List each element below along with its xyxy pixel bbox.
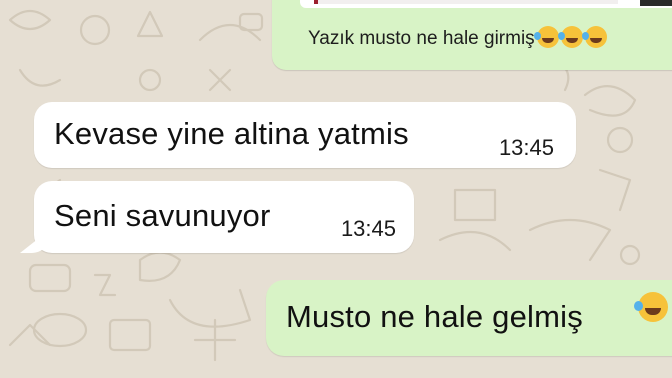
outgoing-message-bubble[interactable]: Musto ne hale gelmiş bbox=[266, 280, 672, 356]
face-with-tears-of-joy-icon bbox=[581, 26, 607, 48]
message-text-row: Yazık musto ne hale girmiş bbox=[308, 26, 607, 50]
message-text: Seni savunuyor bbox=[54, 198, 271, 233]
chat-background: Yazık musto ne hale girmiş Kevase yine a… bbox=[0, 0, 672, 378]
quoted-media-preview[interactable] bbox=[300, 0, 672, 8]
quoted-reply-strip bbox=[314, 0, 618, 4]
message-timestamp: 13:45 bbox=[498, 135, 554, 160]
incoming-message-bubble[interactable]: Seni savunuyor 13:45 bbox=[34, 181, 414, 253]
outgoing-message-bubble[interactable]: Yazık musto ne hale girmiş bbox=[272, 0, 672, 70]
media-thumbnail bbox=[640, 0, 672, 6]
message-timestamp: 13:45 bbox=[340, 216, 396, 241]
rolling-on-floor-laughing-icon bbox=[557, 26, 583, 48]
message-text: Yazık musto ne hale girmiş bbox=[308, 28, 535, 49]
message-text: Musto ne hale gelmiş bbox=[286, 299, 583, 334]
face-with-tears-of-joy-icon bbox=[533, 26, 559, 48]
incoming-message-bubble[interactable]: Kevase yine altina yatmis 13:45 bbox=[34, 102, 576, 168]
message-text: Kevase yine altina yatmis bbox=[54, 116, 409, 151]
face-with-tears-of-joy-icon bbox=[634, 292, 668, 322]
